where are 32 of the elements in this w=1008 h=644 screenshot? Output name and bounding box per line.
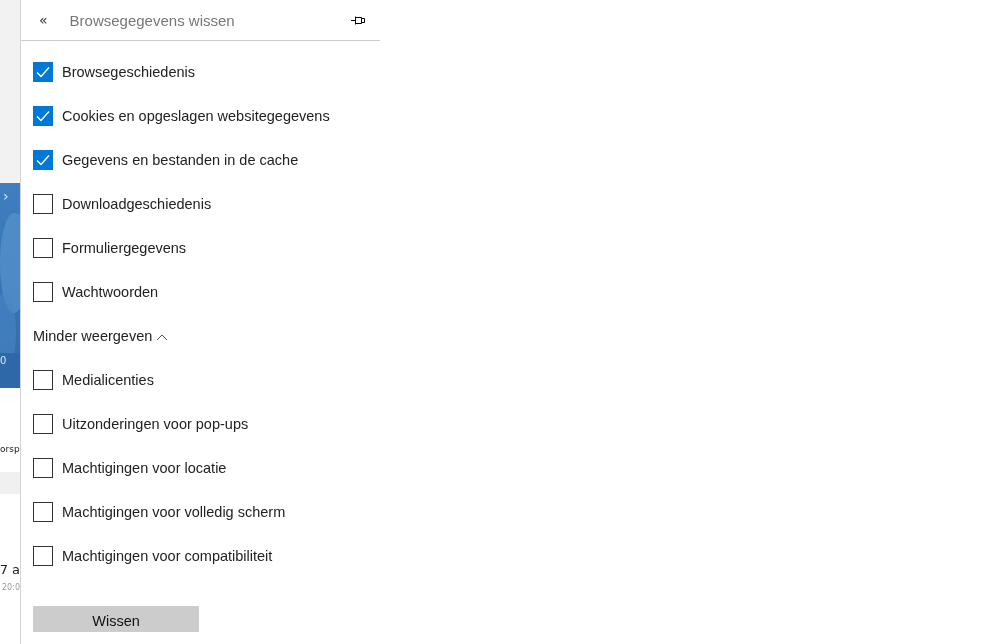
checkbox[interactable] [33, 458, 53, 478]
checkbox-label: Machtigingen voor compatibiliteit [62, 547, 273, 566]
checkbox-label: Wachtwoorden [62, 283, 159, 302]
checkbox[interactable] [33, 502, 53, 522]
checkbox[interactable] [33, 546, 53, 566]
back-button[interactable]: « [33, 12, 54, 28]
checkbox[interactable] [33, 282, 53, 302]
caret-icon [156, 333, 169, 341]
clear-button[interactable]: Wissen [33, 606, 199, 632]
panel-title: Browsegegevens wissen [69, 11, 236, 29]
checkbox-label: Formuliergegevens [62, 239, 187, 258]
picture-caption: 0 [0, 355, 7, 367]
checkbox[interactable] [33, 414, 53, 434]
checkbox[interactable] [33, 62, 53, 82]
checkbox[interactable] [33, 238, 53, 258]
checkbox[interactable] [33, 370, 53, 390]
chevron-icon[interactable]: › [3, 189, 9, 203]
checkbox-label: Cookies en opgeslagen websitegegevens [62, 107, 330, 126]
checkbox-label: Machtigingen voor volledig scherm [62, 503, 286, 522]
show-less-toggle[interactable]: Minder weergeven [33, 326, 169, 370]
checkbox-label: Browsegeschiedenis [62, 63, 195, 82]
checkbox-label: Medialicenties [62, 371, 154, 390]
checkbox-label: Machtigingen voor locatie [62, 459, 227, 478]
checkbox-label: Downloadgeschiedenis [62, 195, 212, 214]
time-text: 20:0 [2, 582, 20, 594]
background-text: orsp [0, 443, 20, 455]
checkbox-label: Gegevens en bestanden in de cache [62, 151, 299, 170]
checkbox-label: Uitzonderingen voor pop-ups [62, 415, 249, 434]
date-text: 7 a [0, 562, 20, 578]
checkbox[interactable] [33, 106, 53, 126]
checkbox[interactable] [33, 150, 53, 170]
checkbox[interactable] [33, 194, 53, 214]
